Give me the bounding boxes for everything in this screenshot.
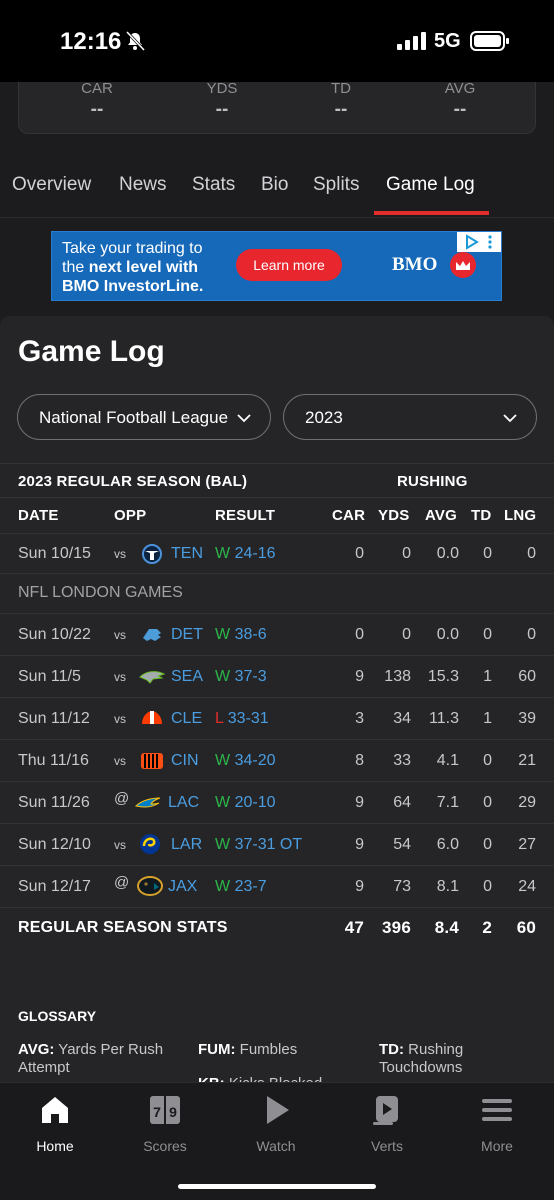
- table-row[interactable]: Thu 11/16 vs CIN W 34-20 8 33 4.1 0 21: [0, 740, 554, 782]
- glossary-item: FUM: Fumbles: [198, 1041, 298, 1058]
- glossary-title: GLOSSARY: [18, 1008, 97, 1024]
- game-result-link[interactable]: W 38-6: [215, 626, 267, 644]
- page-title: Game Log: [18, 335, 165, 368]
- battery-icon: [470, 31, 509, 51]
- opponent-link[interactable]: TEN: [171, 545, 203, 563]
- ad-copy: Take your trading to the next level with…: [62, 240, 204, 295]
- game-result-link[interactable]: W 23-7: [215, 878, 267, 896]
- nav-verts[interactable]: Verts: [342, 1093, 432, 1154]
- game-result-link[interactable]: W 37-3: [215, 668, 267, 686]
- opponent-link[interactable]: JAX: [168, 878, 197, 896]
- browns-logo-icon: [142, 711, 162, 724]
- league-select[interactable]: National Football League: [17, 394, 271, 440]
- stat-yds: YDS --: [206, 80, 238, 120]
- nav-scores[interactable]: 79 Scores: [120, 1093, 210, 1154]
- menu-icon: [482, 1099, 512, 1121]
- tab-news[interactable]: News: [119, 174, 167, 196]
- tab-splits[interactable]: Splits: [313, 174, 359, 196]
- glossary-item: AVG: Yards Per Rush Attempt: [18, 1041, 164, 1076]
- stat-avg: AVG --: [444, 80, 476, 120]
- season-stat-summary: CAR -- YDS -- TD -- AVG --: [18, 80, 536, 134]
- chevron-down-icon: [237, 414, 251, 423]
- game-result-link[interactable]: W 37-31 OT: [215, 836, 302, 854]
- opponent-link[interactable]: SEA: [171, 668, 203, 686]
- chargers-logo-icon: [135, 797, 161, 808]
- adchoices-icon[interactable]: [457, 232, 501, 252]
- game-result-link[interactable]: W 20-10: [215, 794, 275, 812]
- player-tabs: Overview News Stats Bio Splits Game Log: [0, 156, 554, 218]
- opponent-link[interactable]: LAC: [168, 794, 199, 812]
- table-row[interactable]: Sun 12/17 @ JAX W 23-7 9 73 8.1 0 24: [0, 866, 554, 908]
- bengals-logo-icon: [141, 753, 163, 769]
- bottom-nav: Home 79 Scores Watch Verts More: [0, 1082, 554, 1200]
- game-result-link[interactable]: W 24-16: [215, 545, 275, 563]
- scores-icon: 79: [150, 1096, 180, 1124]
- jaguars-logo-icon: [137, 876, 163, 896]
- game-result-link[interactable]: L 33-31: [215, 710, 269, 728]
- opponent-link[interactable]: LAR: [171, 836, 202, 854]
- glossary-item: TD: Rushing Touchdowns: [379, 1041, 464, 1076]
- nav-watch[interactable]: Watch: [231, 1093, 321, 1154]
- active-tab-indicator: [374, 211, 489, 215]
- opponent-link[interactable]: DET: [171, 626, 203, 644]
- stat-td: TD --: [331, 80, 351, 120]
- bmo-logo-icon: [450, 252, 476, 278]
- table-row[interactable]: Sun 11/26 @ LAC W 20-10 9 64 7.1 0 29: [0, 782, 554, 824]
- table-row[interactable]: Sun 12/10 vs LAR W 37-31 OT 9 54 6.0 0 2…: [0, 824, 554, 866]
- season-select[interactable]: 2023: [283, 394, 537, 440]
- play-icon: [267, 1096, 289, 1124]
- stat-car: CAR --: [81, 80, 113, 120]
- network-type: 5G: [434, 30, 461, 52]
- lions-logo-icon: [143, 629, 161, 641]
- status-time: 12:16: [60, 28, 122, 55]
- tab-bio[interactable]: Bio: [261, 174, 288, 196]
- ad-banner[interactable]: Take your trading to the next level with…: [51, 231, 502, 301]
- svg-text:7: 7: [153, 1104, 161, 1120]
- nav-more[interactable]: More: [452, 1093, 542, 1154]
- table-row[interactable]: Sun 10/22 vs DET W 38-6 0 0 0.0 0 0: [0, 614, 554, 656]
- home-indicator: [178, 1184, 376, 1189]
- season-totals-row: REGULAR SEASON STATS 47 396 8.4 2 60: [18, 918, 536, 937]
- chevron-down-icon: [503, 414, 517, 423]
- table-row[interactable]: Sun 11/12 vs CLE L 33-31 3 34 11.3 1 39: [0, 698, 554, 740]
- verts-icon: [373, 1096, 398, 1125]
- titans-logo-icon: [142, 544, 162, 564]
- table-row[interactable]: Sun 10/15 vs TEN W 24-16 0 0 0.0 0 0: [0, 534, 554, 574]
- home-icon: [42, 1097, 68, 1123]
- tab-game-log[interactable]: Game Log: [386, 174, 475, 196]
- game-result-link[interactable]: W 34-20: [215, 752, 275, 770]
- ad-learn-more-button[interactable]: Learn more: [236, 249, 342, 281]
- cell-signal-icon: [397, 32, 426, 50]
- svg-text:9: 9: [169, 1104, 177, 1120]
- rams-logo-icon: [140, 834, 160, 854]
- tab-stats[interactable]: Stats: [192, 174, 235, 196]
- table-subheader: NFL LONDON GAMES: [0, 574, 554, 614]
- season-header-row: 2023 REGULAR SEASON (BAL) RUSHING: [0, 463, 554, 498]
- table-row[interactable]: Sun 11/5 vs SEA W 37-3 9 138 15.3 1 60: [0, 656, 554, 698]
- silent-bell-icon: [125, 30, 146, 52]
- status-bar: 12:16 5G: [0, 0, 554, 82]
- seahawks-logo-icon: [139, 671, 166, 684]
- opponent-link[interactable]: CIN: [171, 752, 199, 770]
- tab-overview[interactable]: Overview: [12, 174, 91, 196]
- opponent-link[interactable]: CLE: [171, 710, 202, 728]
- ad-brand-logo: BMO: [392, 254, 438, 275]
- column-header-row: DATE OPP RESULT CAR YDS AVG TD LNG: [0, 498, 554, 534]
- nav-home[interactable]: Home: [10, 1093, 100, 1154]
